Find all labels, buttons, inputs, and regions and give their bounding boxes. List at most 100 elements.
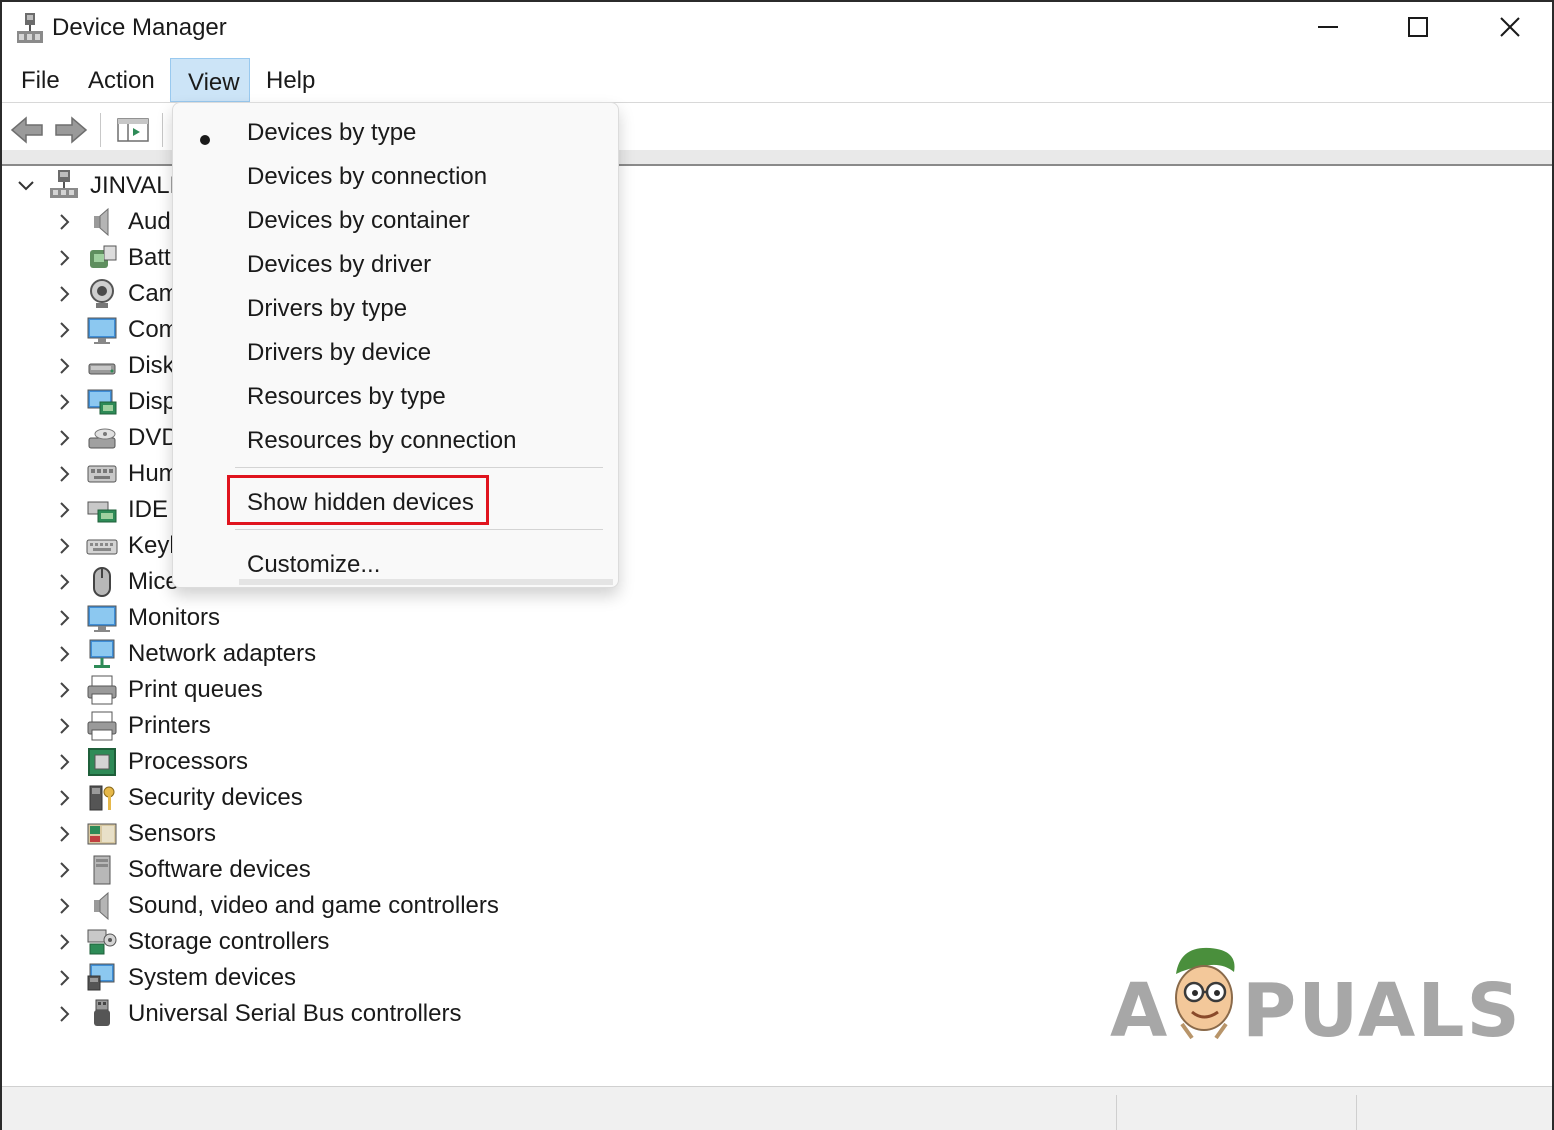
tree-item-label: Aud <box>128 208 171 235</box>
menu-separator <box>235 529 603 530</box>
view-menu-dropdown: Devices by type Devices by connection De… <box>172 102 619 588</box>
chevron-right-icon[interactable] <box>54 860 74 880</box>
tree-item-storage-controllers[interactable]: Storage controllers <box>2 924 702 960</box>
status-separator <box>1116 1095 1117 1130</box>
chevron-right-icon[interactable] <box>54 752 74 772</box>
usb-icon <box>94 999 110 1026</box>
tree-item-label: Batt <box>128 244 171 271</box>
tree-item-label: Monitors <box>128 604 221 631</box>
menu-item-devices-by-connection[interactable]: Devices by connection <box>173 155 618 199</box>
menu-item-label: Resources by connection <box>247 427 517 454</box>
tree-item-monitors[interactable]: Monitors <box>2 600 702 636</box>
chevron-right-icon[interactable] <box>54 248 74 268</box>
back-button[interactable] <box>8 111 46 149</box>
chevron-right-icon[interactable] <box>54 536 74 556</box>
radio-selected-icon <box>200 135 210 145</box>
menu-item-label: Devices by connection <box>247 163 488 190</box>
menu-item-devices-by-container[interactable]: Devices by container <box>173 199 618 243</box>
tree-item-label: Sensors <box>128 820 217 847</box>
security-device-icon <box>89 785 115 811</box>
chevron-down-icon[interactable] <box>16 176 36 196</box>
tree-item-security-devices[interactable]: Security devices <box>2 780 702 816</box>
menu-item-resources-by-connection[interactable]: Resources by connection <box>173 419 618 463</box>
chevron-right-icon[interactable] <box>54 644 74 664</box>
chevron-right-icon[interactable] <box>54 212 74 232</box>
menu-view[interactable]: View <box>170 58 250 102</box>
menu-item-resources-by-type[interactable]: Resources by type <box>173 375 618 419</box>
tree-item-label: IDE <box>128 496 169 523</box>
watermark-mascot-icon <box>1175 947 1235 1040</box>
computer-icon <box>87 317 117 344</box>
properties-pane-icon <box>117 118 149 142</box>
tree-item-sound-video-and-game-controllers[interactable]: Sound, video and game controllers <box>2 888 702 924</box>
tree-item-label: Disk <box>128 352 175 379</box>
toolbar-separator <box>100 113 101 147</box>
close-button[interactable] <box>1464 2 1554 52</box>
chevron-right-icon[interactable] <box>54 428 74 448</box>
chevron-right-icon[interactable] <box>54 680 74 700</box>
menu-item-drivers-by-type[interactable]: Drivers by type <box>173 287 618 331</box>
keyboard-icon <box>86 539 118 555</box>
software-device-icon <box>93 855 111 885</box>
menu-item-label: Resources by type <box>247 383 446 410</box>
tree-item-label: Security devices <box>128 784 303 811</box>
menu-action[interactable]: Action <box>71 58 172 100</box>
chevron-right-icon[interactable] <box>54 572 74 592</box>
menu-help[interactable]: Help <box>249 58 332 100</box>
menu-item-label: Devices by type <box>247 119 417 146</box>
chevron-right-icon[interactable] <box>54 932 74 952</box>
tree-item-label: Storage controllers <box>128 928 330 955</box>
properties-button[interactable] <box>114 111 152 149</box>
tree-item-printers[interactable]: Printers <box>2 708 702 744</box>
device-manager-app-icon <box>17 13 43 43</box>
tree-item-software-devices[interactable]: Software devices <box>2 852 702 888</box>
forward-button[interactable] <box>52 111 90 149</box>
toolbar-separator <box>162 113 163 147</box>
network-adapter-icon <box>89 639 115 668</box>
chevron-right-icon[interactable] <box>54 284 74 304</box>
chevron-right-icon[interactable] <box>54 716 74 736</box>
speaker-icon <box>94 207 109 237</box>
chevron-right-icon[interactable] <box>54 788 74 808</box>
storage-controller-icon <box>87 929 117 955</box>
chevron-right-icon[interactable] <box>54 608 74 628</box>
chevron-right-icon[interactable] <box>54 356 74 376</box>
chevron-right-icon[interactable] <box>54 1004 74 1024</box>
computer-root-icon <box>50 170 78 198</box>
chevron-right-icon[interactable] <box>54 392 74 412</box>
maximize-icon <box>1408 17 1428 37</box>
status-separator <box>1356 1095 1357 1130</box>
maximize-button[interactable] <box>1372 2 1464 52</box>
status-bar <box>2 1086 1552 1130</box>
menu-item-devices-by-driver[interactable]: Devices by driver <box>173 243 618 287</box>
tree-item-label: System devices <box>128 964 297 991</box>
dvd-drive-icon <box>88 428 116 449</box>
tree-item-print-queues[interactable]: Print queues <box>2 672 702 708</box>
chevron-right-icon[interactable] <box>54 500 74 520</box>
chevron-right-icon[interactable] <box>54 464 74 484</box>
menu-item-devices-by-type[interactable]: Devices by type <box>173 111 618 155</box>
menu-item-drivers-by-device[interactable]: Drivers by device <box>173 331 618 375</box>
chevron-right-icon[interactable] <box>54 968 74 988</box>
mouse-icon <box>93 567 111 597</box>
tree-item-system-devices[interactable]: System devices <box>2 960 702 996</box>
menu-separator <box>235 467 603 468</box>
menu-file[interactable]: File <box>4 58 77 100</box>
tree-item-processors[interactable]: Processors <box>2 744 702 780</box>
tree-item-network-adapters[interactable]: Network adapters <box>2 636 702 672</box>
tree-item-label: Universal Serial Bus controllers <box>128 1000 462 1027</box>
chevron-right-icon[interactable] <box>54 824 74 844</box>
chevron-right-icon[interactable] <box>54 896 74 916</box>
tree-item-label: Keyl <box>128 532 175 559</box>
tree-item-sensors[interactable]: Sensors <box>2 816 702 852</box>
tree-item-label: Processors <box>128 748 249 775</box>
battery-icon <box>90 245 117 268</box>
chevron-right-icon[interactable] <box>54 320 74 340</box>
tree-item-universal-serial-bus-controllers[interactable]: Universal Serial Bus controllers <box>2 996 702 1032</box>
tree-item-label: Sound, video and game controllers <box>128 892 499 919</box>
sensor-icon <box>87 823 117 845</box>
ide-controller-icon <box>87 501 117 523</box>
device-manager-window: Device Manager File Action View Help JIN… <box>0 0 1554 1130</box>
minimize-button[interactable] <box>1282 2 1374 52</box>
minimize-icon <box>1318 26 1338 28</box>
